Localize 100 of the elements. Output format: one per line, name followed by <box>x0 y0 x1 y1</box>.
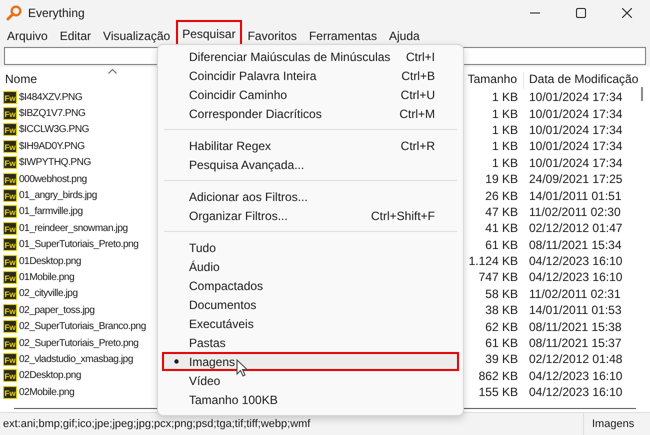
menu-item[interactable]: Compactados <box>162 276 459 295</box>
table-cell: 62 KB <box>485 320 518 334</box>
table-cell: 10/01/2024 17:34 <box>529 156 622 170</box>
menu-item[interactable]: Pesquisa Avançada... <box>162 155 459 174</box>
menu-item[interactable]: Visualização <box>97 26 176 45</box>
table-cell: 1.124 KB <box>468 254 518 268</box>
table-cell: 02_vladstudio_xmasbag.jpg <box>19 354 133 365</box>
menu-item[interactable]: Pastas <box>162 333 459 352</box>
table-cell: 02_SuperTutoriais_Branco.png <box>19 321 146 332</box>
table-cell: 19 KB <box>485 172 518 186</box>
table-cell: 01Mobile.png <box>19 272 74 283</box>
table-cell: 747 KB <box>478 270 518 284</box>
maximize-icon[interactable] <box>576 8 586 18</box>
table-cell: 02/12/2012 01:47 <box>529 221 622 236</box>
table-cell: 155 KB <box>478 385 518 400</box>
menu-item[interactable]: Organizar Filtros... Ctrl+Shift+F <box>162 206 459 225</box>
menu-item[interactable]: Ferramentas <box>302 26 383 45</box>
file-icon: Fw <box>3 386 17 399</box>
magnifier-icon <box>6 5 22 21</box>
menu-item[interactable]: Corresponder Diacríticos Ctrl+M <box>162 104 459 123</box>
table-cell: 01_farmville.jpg <box>19 206 83 218</box>
menu-item[interactable]: Favoritos <box>242 26 303 45</box>
table-cell: 1 KB <box>492 122 518 137</box>
table-cell: 14/01/2011 01:53 <box>529 303 622 318</box>
table-cell: 08/11/2021 15:34 <box>529 238 622 252</box>
table-cell: 1 KB <box>492 90 518 104</box>
table-cell: 10/01/2024 17:34 <box>529 90 622 104</box>
table-cell: 862 KB <box>478 368 518 383</box>
table-cell: 1 KB <box>492 156 518 170</box>
table-cell: 10/01/2024 17:34 <box>529 106 622 121</box>
file-icon: Fw <box>3 172 17 186</box>
table-cell: 10/01/2024 17:34 <box>529 139 622 154</box>
table-cell: 08/11/2021 15:38 <box>529 320 622 334</box>
menu-item[interactable]: Áudio <box>162 257 459 276</box>
file-icon: Fw <box>3 238 17 252</box>
file-icon: Fw <box>3 336 17 350</box>
menu-item[interactable]: Ajuda <box>382 26 426 45</box>
table-cell: 01Desktop.png <box>19 256 82 267</box>
table-cell: 02Desktop.png <box>19 370 82 382</box>
table-cell: $ICCLW3G.PNG <box>19 124 90 136</box>
menu-item[interactable]: Tudo <box>162 238 459 257</box>
table-cell: 04/12/2023 16:10 <box>529 368 622 383</box>
file-icon: Fw <box>3 156 17 170</box>
status-text: Imagens <box>583 413 650 435</box>
menu-item[interactable]: Adicionar aos Filtros... <box>162 187 459 206</box>
scrollbar-thumb[interactable] <box>641 87 643 101</box>
sort-caret-icon <box>108 69 117 74</box>
table-cell: $IWPYTHQ.PNG <box>19 157 91 168</box>
menu-item[interactable]: Editar <box>54 26 98 45</box>
table-cell: 26 KB <box>485 188 518 203</box>
column-header[interactable]: Data de Modificação <box>524 72 650 89</box>
table-cell: 02/12/2012 01:48 <box>529 352 622 366</box>
table-cell: 10/01/2024 17:34 <box>529 122 622 137</box>
menu-item[interactable]: Diferenciar Maiúsculas de Minúsculas Ctrl+I <box>162 47 459 66</box>
menu-item[interactable]: Vídeo <box>162 371 459 390</box>
file-icon: Fw <box>3 320 17 334</box>
file-icon: Fw <box>3 107 17 120</box>
menu-item[interactable]: Tamanho 100KB <box>162 390 459 409</box>
file-icon: Fw <box>3 287 17 300</box>
table-cell: 11/02/2011 02:30 <box>529 204 621 219</box>
table-cell: $I484XZV.PNG <box>19 92 82 103</box>
table-cell: 04/12/2023 16:10 <box>529 270 622 284</box>
file-icon: Fw <box>3 369 17 382</box>
table-cell: 38 KB <box>485 303 518 318</box>
status-text: ext:ani;bmp;gif;ico;jpe;jpeg;jpg;pcx;png;psd;tga;tif;tiff;webp;wmf <box>2 418 312 430</box>
table-cell: 02_cityville.jpg <box>19 288 78 300</box>
table-cell: $IH9AD0Y.PNG <box>19 140 85 152</box>
close-icon[interactable] <box>622 8 632 18</box>
menu-item[interactable]: Documentos <box>162 295 459 314</box>
file-icon: Fw <box>3 304 17 317</box>
table-cell: 24/09/2021 17:25 <box>529 172 622 186</box>
table-cell: 02_paper_toss.jpg <box>19 304 94 316</box>
file-icon: Fw <box>3 189 17 202</box>
file-icon: Fw <box>3 90 17 104</box>
table-cell: 01_reindeer_snowman.jpg <box>19 222 128 234</box>
table-cell: 47 KB <box>485 204 518 219</box>
table-cell: 08/11/2021 15:37 <box>529 336 622 350</box>
window-title: Everything <box>28 6 85 20</box>
table-cell: 14/01/2011 01:51 <box>529 188 622 203</box>
file-icon: Fw <box>3 222 17 235</box>
table-cell: 1 KB <box>492 106 518 121</box>
table-cell: 1 KB <box>492 139 518 154</box>
menu-item[interactable]: Executáveis <box>162 314 459 333</box>
table-cell: 41 KB <box>485 221 518 236</box>
menu-item[interactable]: Habilitar Regex Ctrl+R <box>162 136 459 155</box>
table-cell: 02Mobile.png <box>19 386 74 398</box>
table-cell: 02_SuperTutoriais_Preto.png <box>19 338 138 349</box>
file-icon: Fw <box>3 352 17 366</box>
table-cell: $IBZQ1V7.PNG <box>19 108 86 120</box>
table-cell: 11/02/2011 02:31 <box>529 286 621 301</box>
file-icon: Fw <box>3 254 17 268</box>
table-cell: 61 KB <box>485 336 518 350</box>
table-cell: 04/12/2023 16:10 <box>529 254 622 268</box>
table-cell: 58 KB <box>485 286 518 301</box>
table-cell: 01_angry_birds.jpg <box>19 190 97 202</box>
menu-item[interactable]: Arquivo <box>1 26 54 45</box>
file-icon: Fw <box>3 205 17 218</box>
table-cell: 04/12/2023 16:10 <box>529 385 622 400</box>
table-cell: 39 KB <box>485 352 518 366</box>
mouse-cursor-icon <box>236 359 248 377</box>
